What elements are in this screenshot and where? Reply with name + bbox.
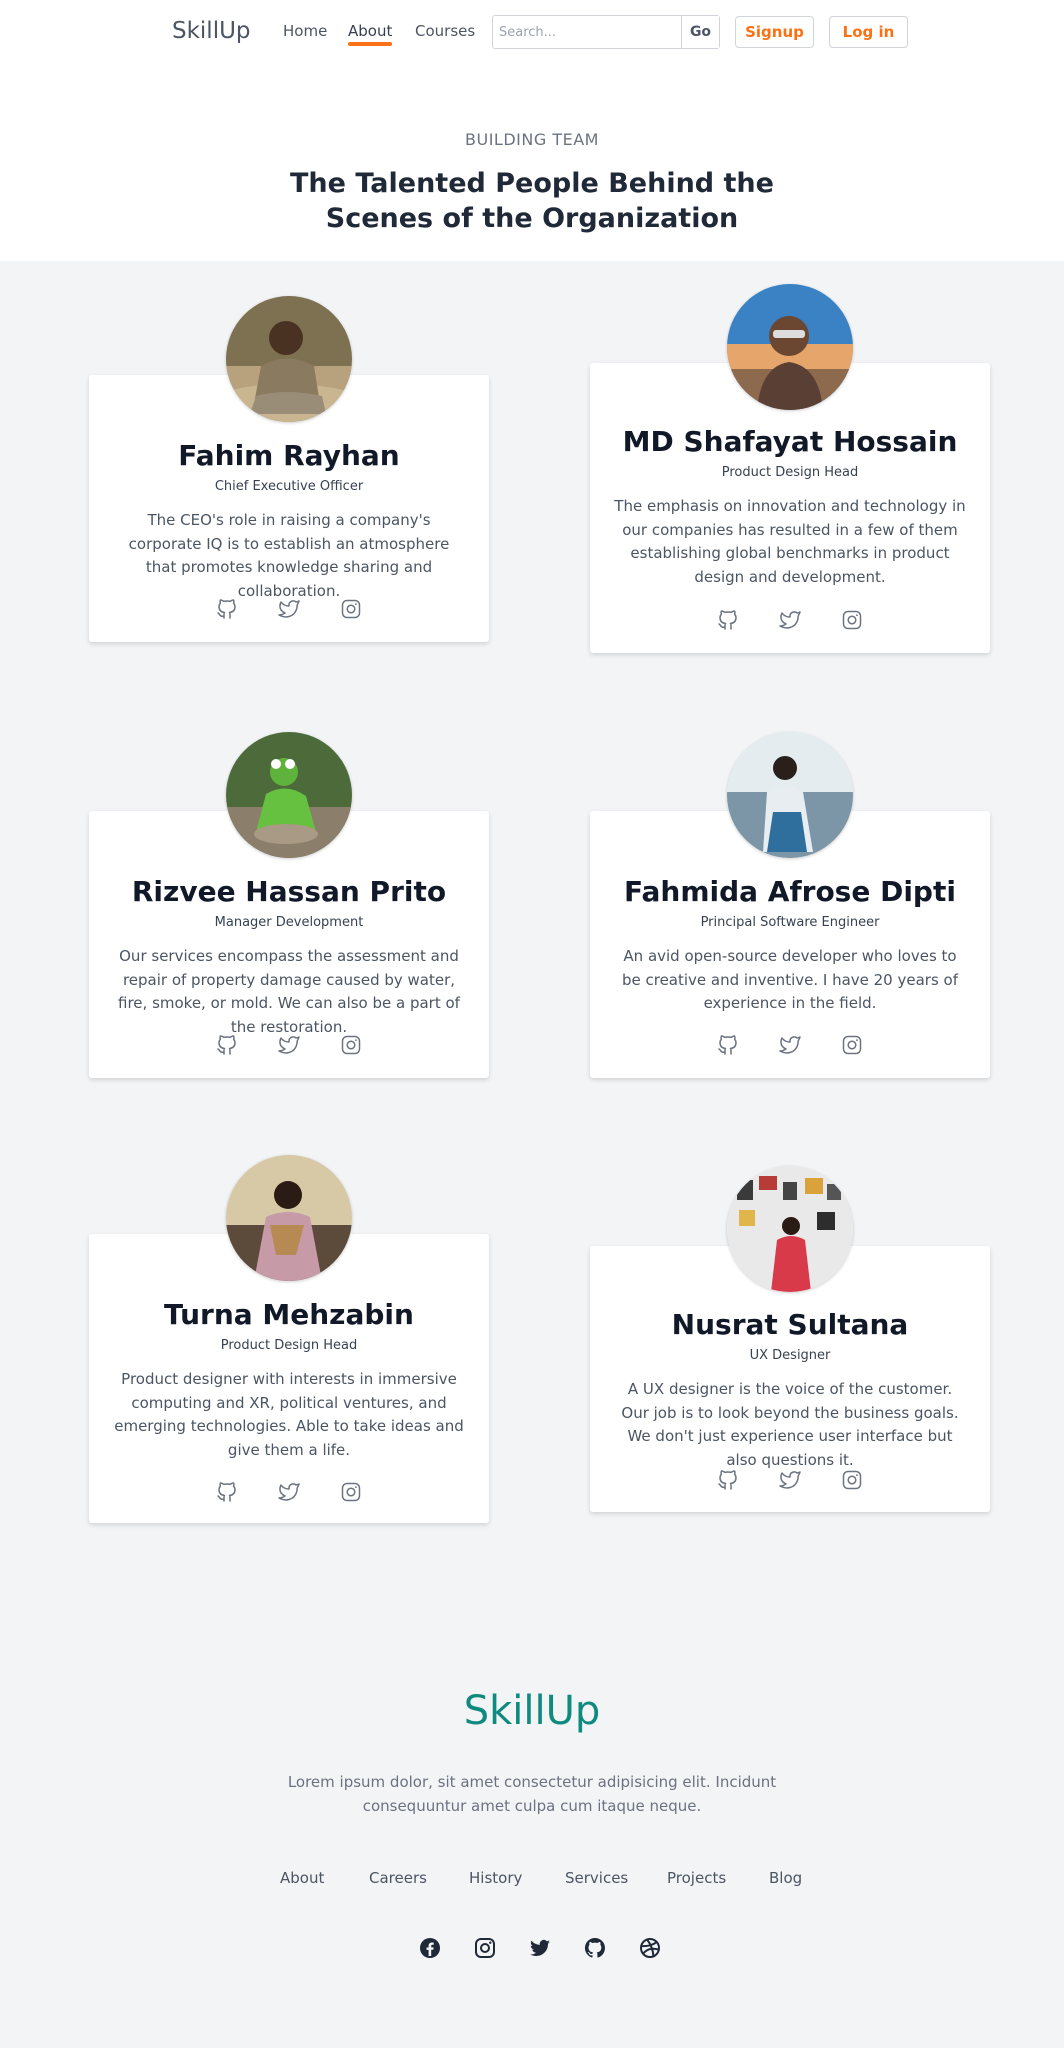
member-bio: Our services encompass the assessment an… bbox=[118, 947, 460, 1036]
github-icon[interactable] bbox=[215, 1033, 239, 1057]
search-go-button[interactable]: Go bbox=[681, 16, 719, 48]
search-input[interactable] bbox=[493, 16, 681, 48]
login-button[interactable]: Log in bbox=[829, 16, 908, 48]
instagram-icon[interactable] bbox=[339, 597, 363, 621]
twitter-icon[interactable] bbox=[528, 1936, 552, 1960]
instagram-icon[interactable] bbox=[840, 608, 864, 632]
avatar bbox=[727, 284, 853, 410]
twitter-icon[interactable] bbox=[778, 608, 802, 632]
github-icon[interactable] bbox=[215, 1480, 239, 1504]
avatar bbox=[226, 1155, 352, 1281]
member-bio: Product designer with interests in immer… bbox=[114, 1370, 464, 1459]
footer-link-blog[interactable]: Blog bbox=[769, 1869, 802, 1887]
brand-logo[interactable]: SkillUp bbox=[172, 18, 251, 44]
avatar bbox=[226, 296, 352, 422]
member-name: Rizvee Hassan Prito bbox=[131, 875, 447, 908]
photo-woman-gallery-wall bbox=[727, 1166, 853, 1292]
footer-link-history[interactable]: History bbox=[469, 1869, 522, 1887]
member-name: MD Shafayat Hossain bbox=[622, 425, 958, 458]
instagram-icon[interactable] bbox=[339, 1480, 363, 1504]
dribbble-icon[interactable] bbox=[638, 1936, 662, 1960]
footer-link-projects[interactable]: Projects bbox=[667, 1869, 726, 1887]
github-icon[interactable] bbox=[716, 1033, 740, 1057]
avatar bbox=[727, 1166, 853, 1292]
footer-brand[interactable]: SkillUp bbox=[0, 1688, 1064, 1734]
instagram-icon[interactable] bbox=[840, 1468, 864, 1492]
footer-description: Lorem ipsum dolor, sit amet consectetur … bbox=[287, 1773, 777, 1815]
footer-link-services[interactable]: Services bbox=[565, 1869, 628, 1887]
github-icon[interactable] bbox=[716, 608, 740, 632]
member-name: Turna Mehzabin bbox=[164, 1298, 414, 1331]
twitter-icon[interactable] bbox=[277, 1480, 301, 1504]
twitter-icon[interactable] bbox=[778, 1468, 802, 1492]
avatar bbox=[226, 732, 352, 858]
member-role: Chief Executive Officer bbox=[214, 479, 364, 494]
member-name: Fahmida Afrose Dipti bbox=[624, 875, 956, 908]
instagram-icon[interactable] bbox=[840, 1033, 864, 1057]
footer-link-about[interactable]: About bbox=[280, 1869, 324, 1887]
member-bio: The emphasis on innovation and technolog… bbox=[614, 497, 966, 586]
member-role: UX Designer bbox=[749, 1348, 831, 1363]
member-bio: An avid open-source developer who loves … bbox=[621, 947, 959, 1012]
member-name: Fahim Rayhan bbox=[178, 439, 400, 472]
twitter-icon[interactable] bbox=[778, 1033, 802, 1057]
signup-button[interactable]: Signup bbox=[735, 16, 814, 48]
github-icon[interactable] bbox=[215, 597, 239, 621]
footer-link-careers[interactable]: Careers bbox=[369, 1869, 427, 1887]
photo-green-frog-puppet bbox=[226, 732, 352, 858]
photo-child-sitting bbox=[226, 296, 352, 422]
avatar bbox=[727, 732, 853, 858]
member-role: Product Design Head bbox=[220, 1338, 358, 1353]
photo-woman-by-lake bbox=[727, 732, 853, 858]
instagram-icon[interactable] bbox=[339, 1033, 363, 1057]
section-eyebrow: BUILDING TEAM bbox=[465, 130, 599, 149]
nav-link-about[interactable]: About bbox=[348, 22, 392, 40]
member-bio: The CEO's role in raising a company's co… bbox=[128, 511, 450, 600]
section-title: The Talented People Behind the Scenes of… bbox=[290, 168, 774, 234]
member-role: Principal Software Engineer bbox=[700, 915, 880, 930]
facebook-icon[interactable] bbox=[418, 1936, 442, 1960]
twitter-icon[interactable] bbox=[277, 597, 301, 621]
search-form: Go bbox=[492, 15, 720, 49]
member-role: Manager Development bbox=[214, 915, 364, 930]
twitter-icon[interactable] bbox=[277, 1033, 301, 1057]
active-nav-indicator bbox=[348, 42, 392, 46]
github-icon[interactable] bbox=[716, 1468, 740, 1492]
instagram-icon[interactable] bbox=[473, 1936, 497, 1960]
photo-woman-pink-saree bbox=[226, 1155, 352, 1281]
navbar: SkillUp Home About Courses Go Signup Log… bbox=[0, 0, 1064, 64]
nav-link-home[interactable]: Home bbox=[283, 22, 327, 40]
photo-woman-sunglasses-beach bbox=[727, 284, 853, 410]
member-bio: A UX designer is the voice of the custom… bbox=[621, 1380, 959, 1469]
nav-link-courses[interactable]: Courses bbox=[415, 22, 475, 40]
member-role: Product Design Head bbox=[721, 465, 859, 480]
github-icon[interactable] bbox=[583, 1936, 607, 1960]
member-name: Nusrat Sultana bbox=[671, 1308, 909, 1341]
